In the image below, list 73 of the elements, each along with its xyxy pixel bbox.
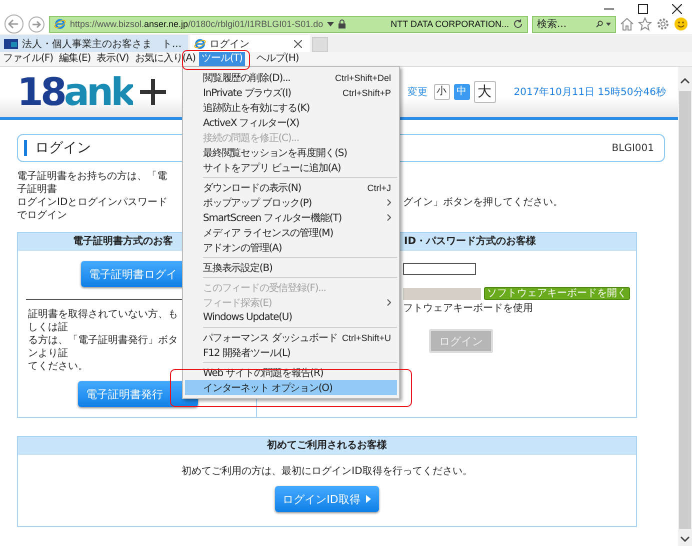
browser-logo-icon xyxy=(54,18,66,30)
caret-icon[interactable] xyxy=(606,22,611,26)
shortcut-label: Ctrl+Shift+Del xyxy=(334,72,391,82)
maximize-icon[interactable] xyxy=(638,4,648,14)
id-field[interactable] xyxy=(403,263,476,275)
menu-bar-item[interactable]: 編集(E) xyxy=(56,52,94,66)
scroll-up-icon[interactable] xyxy=(680,77,690,85)
keyboard-option-label: フトウェアキーボードを使用 xyxy=(403,302,533,315)
first-use-text: 初めてご利用の方は、最初にログインID取得を行ってください。 xyxy=(182,465,472,478)
menu-item[interactable]: 閲覧履歴の削除(D)... Ctrl+Shift+Del xyxy=(185,70,397,85)
menu-item[interactable]: ダウンロードの表示(N) Ctrl+J xyxy=(185,180,397,195)
note-text: る方は、「電子証明書発行」ボタンより証 xyxy=(27,334,178,360)
browser-tab[interactable]: 法人・個人事業主のお客さま ト... xyxy=(0,35,188,52)
menu-item[interactable]: F12 開発者ツール(L) xyxy=(185,345,397,360)
close-icon[interactable] xyxy=(294,40,302,48)
intro-text: 電子証明書をお持ちの方は、「電子証明書 xyxy=(17,170,168,196)
tab-title: ログイン xyxy=(210,38,250,50)
lock-icon xyxy=(338,19,346,29)
menu-bar-item[interactable]: ヘルプ(H) xyxy=(253,52,302,66)
intro-text: グイン」ボタンを押してください。 xyxy=(403,196,563,210)
date-time: 2017年10月11日 15時50分46秒 xyxy=(514,86,666,99)
caret-icon[interactable] xyxy=(327,22,334,26)
menu-item[interactable]: SmartScreen フィルター機能(T) xyxy=(185,210,397,225)
menu-item[interactable]: InPrivate ブラウズ(I) Ctrl+Shift+P xyxy=(185,85,397,100)
browser-tab[interactable]: ログイン xyxy=(190,35,310,52)
font-size-button[interactable]: 小 xyxy=(434,84,450,100)
menu-item[interactable]: インターネット オプション(O) xyxy=(185,380,397,395)
search-box[interactable]: 検索... xyxy=(532,16,616,32)
browser-logo-icon xyxy=(194,38,206,50)
tab-title: 法人・個人事業主のお客さま ト... xyxy=(22,38,182,50)
intro-text: ログインIDとログインパスワードでログイン xyxy=(17,196,169,222)
certificate-label[interactable]: NTT DATA CORPORATION... xyxy=(390,19,509,29)
shortcut-label: Ctrl+Shift+U xyxy=(340,332,391,342)
menu-item[interactable]: 最終閲覧セッションを再度開く(S) xyxy=(185,145,397,160)
menu-bar-item[interactable]: お気に入り(A) xyxy=(132,52,198,66)
plus-icon xyxy=(138,78,167,106)
menu-bar-item[interactable]: 表示(V) xyxy=(94,52,132,66)
menu-item[interactable]: 追跡防止を有効にする(K) xyxy=(185,100,397,115)
screen-id: BLGI001 xyxy=(612,142,654,154)
shortcut-label: Ctrl+Shift+P xyxy=(341,88,391,98)
menu-bar-item[interactable]: ファイル(F) xyxy=(0,52,56,66)
chevron-right-icon xyxy=(387,214,391,221)
font-size-label: 変更 xyxy=(408,86,428,99)
search-icon[interactable] xyxy=(596,19,604,29)
back-button[interactable] xyxy=(4,14,24,34)
address-field[interactable]: https://www.bizsol.anser.ne.jp/0180c/rblgi01/I1RBLGI01-S01.do NTT DATA CORPORATION... xyxy=(49,16,528,32)
caret-right-icon xyxy=(366,495,372,503)
forward-button[interactable] xyxy=(28,16,45,32)
menu-item[interactable]: パフォーマンス ダッシュボード Ctrl+Shift+U xyxy=(185,330,397,345)
search-input[interactable]: 検索... xyxy=(537,18,593,30)
menu-item[interactable]: Windows Update(U) xyxy=(185,310,397,325)
site-favicon-icon xyxy=(4,38,18,48)
close-icon[interactable] xyxy=(672,4,682,14)
menu-item[interactable]: ポップアップ ブロック(P) xyxy=(185,195,397,210)
scrollbar-thumb[interactable] xyxy=(679,91,691,529)
panel-header: 初めてご利用されるお客様 xyxy=(18,437,636,455)
shortcut-label: Ctrl+J xyxy=(366,182,391,192)
highlight-frame xyxy=(182,50,250,70)
scrollbar[interactable] xyxy=(678,67,692,546)
page-title: ログイン xyxy=(35,139,91,157)
title-accent xyxy=(24,140,27,156)
note-text: てください。 xyxy=(27,360,89,373)
menu-item[interactable]: サイトをアプリ ビューに追加(A) xyxy=(185,160,397,175)
font-size-button[interactable]: 大 xyxy=(474,81,496,103)
star-icon[interactable] xyxy=(638,17,652,31)
menu-item[interactable]: ActiveX フィルター(X) xyxy=(185,115,397,130)
scroll-down-icon[interactable] xyxy=(680,535,690,543)
smiley-icon[interactable] xyxy=(674,17,688,31)
note-text: 証明書を取得されていない方、もしくは証 xyxy=(27,308,178,334)
chevron-right-icon xyxy=(387,199,391,206)
chevron-right-icon xyxy=(387,299,391,306)
url-text: https://www.bizsol.anser.ne.jp/0180c/rblgi01/I1RBLGI01-S01.do xyxy=(70,19,324,29)
refresh-icon[interactable] xyxy=(513,19,523,29)
